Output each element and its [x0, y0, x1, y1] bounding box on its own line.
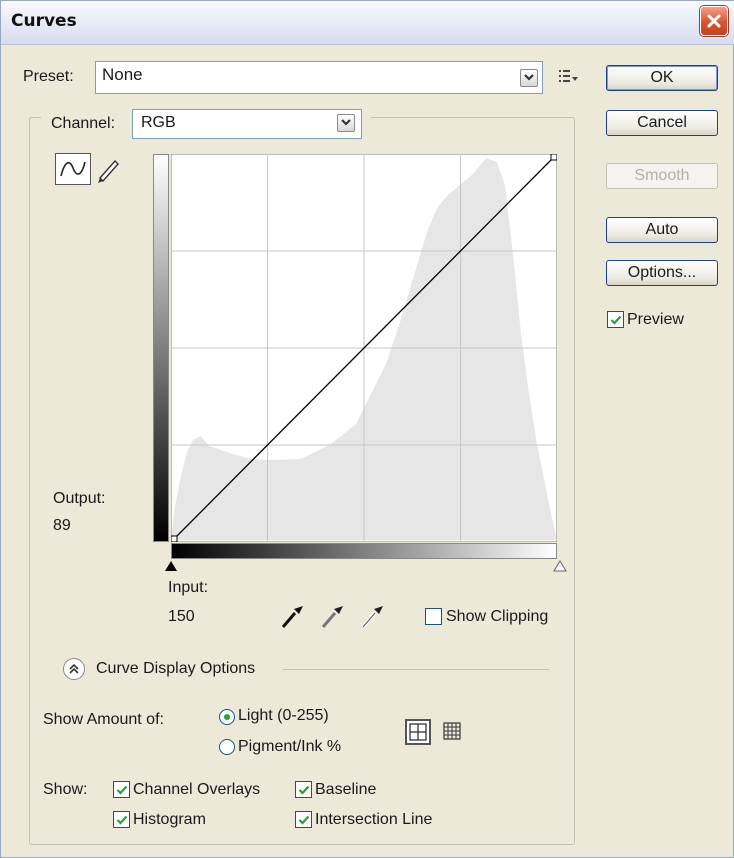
baseline-checkbox[interactable]: [295, 781, 312, 798]
preset-dropdown[interactable]: None: [95, 61, 543, 94]
chevron-down-icon[interactable]: [520, 69, 538, 87]
histogram-checkbox[interactable]: [113, 811, 130, 828]
curve-graph[interactable]: [171, 154, 557, 542]
pigment-radio[interactable]: [219, 739, 235, 755]
black-point-slider[interactable]: [163, 560, 179, 574]
input-label: Input:: [168, 579, 209, 596]
show-amount-label: Show Amount of:: [43, 711, 164, 728]
white-point-slider[interactable]: [552, 560, 568, 574]
auto-button[interactable]: Auto: [606, 217, 718, 243]
show-clipping-checkbox[interactable]: [425, 608, 442, 625]
preview-label: Preview: [627, 311, 684, 328]
input-value: 150: [168, 608, 195, 625]
options-button[interactable]: Options...: [606, 260, 718, 286]
curve-point-tool-icon[interactable]: [55, 153, 91, 185]
preview-checkbox[interactable]: [607, 311, 624, 328]
channel-value: RGB: [141, 114, 176, 131]
channel-overlays-label: Channel Overlays: [133, 781, 261, 798]
title-bar[interactable]: Curves: [1, 1, 734, 45]
channel-label: Channel:: [51, 115, 116, 132]
collapse-toggle-icon[interactable]: [63, 658, 85, 680]
gray-point-eyedropper-icon[interactable]: [319, 601, 347, 631]
histogram-label: Histogram: [133, 811, 206, 828]
section-divider: [283, 669, 549, 670]
close-button[interactable]: [700, 6, 728, 36]
input-gradient-bar: [171, 543, 557, 559]
curve-endpoint-white: [550, 154, 557, 161]
pigment-radio-label: Pigment/Ink %: [238, 738, 342, 755]
channel-dropdown[interactable]: RGB: [132, 109, 362, 139]
baseline-label: Baseline: [315, 781, 377, 798]
output-value: 89: [53, 517, 71, 534]
black-point-eyedropper-icon[interactable]: [279, 601, 307, 631]
show-label: Show:: [43, 781, 88, 798]
simple-grid-icon[interactable]: [405, 719, 431, 745]
ok-button[interactable]: OK: [606, 65, 718, 91]
preset-value: None: [102, 65, 143, 84]
curves-dialog: Curves Preset: None OK Cancel Smooth Aut…: [0, 0, 734, 858]
light-radio[interactable]: [219, 709, 235, 725]
preset-options-icon[interactable]: [557, 67, 579, 87]
intersection-line-checkbox[interactable]: [295, 811, 312, 828]
output-gradient-bar: [153, 154, 169, 542]
intersection-line-label: Intersection Line: [315, 811, 433, 828]
chevron-down-icon[interactable]: [337, 114, 355, 132]
smooth-button[interactable]: Smooth: [606, 163, 718, 189]
pencil-tool-icon[interactable]: [93, 153, 123, 185]
cancel-button[interactable]: Cancel: [606, 110, 718, 136]
white-point-eyedropper-icon[interactable]: [359, 601, 387, 631]
dialog-title: Curves: [11, 11, 77, 31]
close-icon: [707, 14, 721, 28]
preset-label: Preset:: [23, 68, 74, 85]
curve-endpoint-black: [171, 535, 178, 542]
show-clipping-label: Show Clipping: [446, 608, 549, 625]
detailed-grid-icon[interactable]: [439, 719, 465, 745]
output-label: Output:: [53, 490, 106, 507]
curve-display-options-label: Curve Display Options: [96, 660, 256, 677]
light-radio-label: Light (0-255): [238, 707, 329, 724]
channel-overlays-checkbox[interactable]: [113, 781, 130, 798]
